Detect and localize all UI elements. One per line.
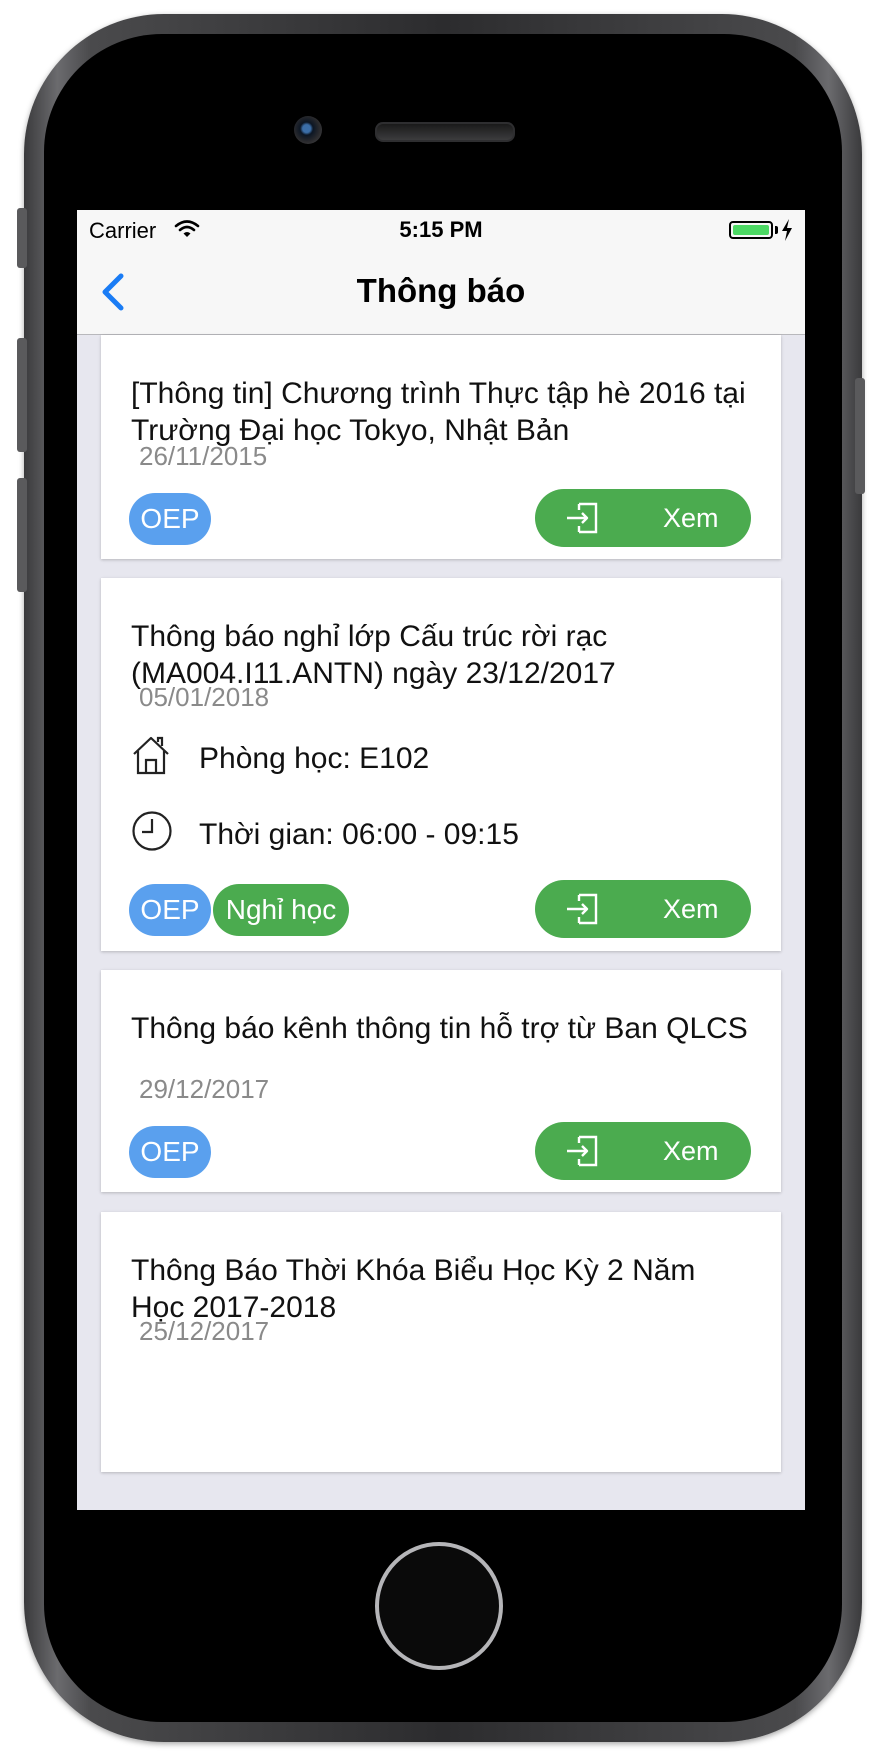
charging-bolt-icon [782,219,792,241]
clock-icon [132,811,172,851]
power-button [855,378,865,494]
home-icon [133,736,169,775]
notification-card[interactable]: [Thông tin] Chương trình Thực tập hè 201… [101,335,781,559]
tag-class-cancelled: Nghỉ học [213,884,349,936]
notification-card[interactable]: Thông báo kênh thông tin hỗ trợ từ Ban Q… [101,970,781,1192]
notification-title: Thông báo kênh thông tin hỗ trợ từ Ban Q… [131,1012,748,1045]
notification-date: 05/01/2018 [139,682,270,712]
time-text: Thời gian: 06:00 - 09:15 [199,818,519,851]
notification-date: 29/12/2017 [139,1074,270,1104]
tag-oep: OEP [129,493,211,545]
room-text: Phòng học: E102 [199,742,430,775]
notification-card[interactable]: Thông Báo Thời Khóa Biểu Học Kỳ 2 Năm Họ… [101,1212,781,1472]
view-button-label: Xem [663,503,719,533]
status-time: 5:15 PM [399,217,483,242]
notification-title: Thông báo nghỉ lớp Cấu trúc rời rạc (MA0… [131,620,616,690]
status-bar: Carrier 5:15 PM [77,210,805,250]
mute-switch [17,208,27,268]
battery-icon [729,221,773,239]
page-title: Thông báo [356,272,526,309]
enter-icon [567,502,598,534]
volume-down-button [17,478,27,592]
notification-title: Thông Báo Thời Khóa Biểu Học Kỳ 2 Năm Họ… [131,1254,696,1324]
view-button[interactable]: Xem [535,880,751,938]
notification-date: 26/11/2015 [139,441,268,471]
view-button-label: Xem [663,1136,719,1166]
battery-tip [775,226,778,234]
view-button[interactable]: Xem [535,1122,751,1180]
enter-icon [567,1135,598,1167]
notification-title: [Thông tin] Chương trình Thực tập hè 201… [131,377,746,447]
navigation-bar: Thông báo [77,250,805,335]
enter-icon [567,893,598,925]
front-camera [294,116,322,144]
volume-up-button [17,338,27,452]
notification-card[interactable]: Thông báo nghỉ lớp Cấu trúc rời rạc (MA0… [101,578,781,951]
home-button[interactable] [375,1542,503,1670]
view-button[interactable]: Xem [535,489,751,547]
tag-oep: OEP [129,1126,211,1178]
notification-date: 25/12/2017 [139,1316,270,1346]
earpiece-speaker [375,122,515,142]
screen: Carrier 5:15 PM Thông báo [Thông tin] Ch… [77,210,805,1510]
view-button-label: Xem [663,894,719,924]
tag-oep: OEP [129,884,211,936]
